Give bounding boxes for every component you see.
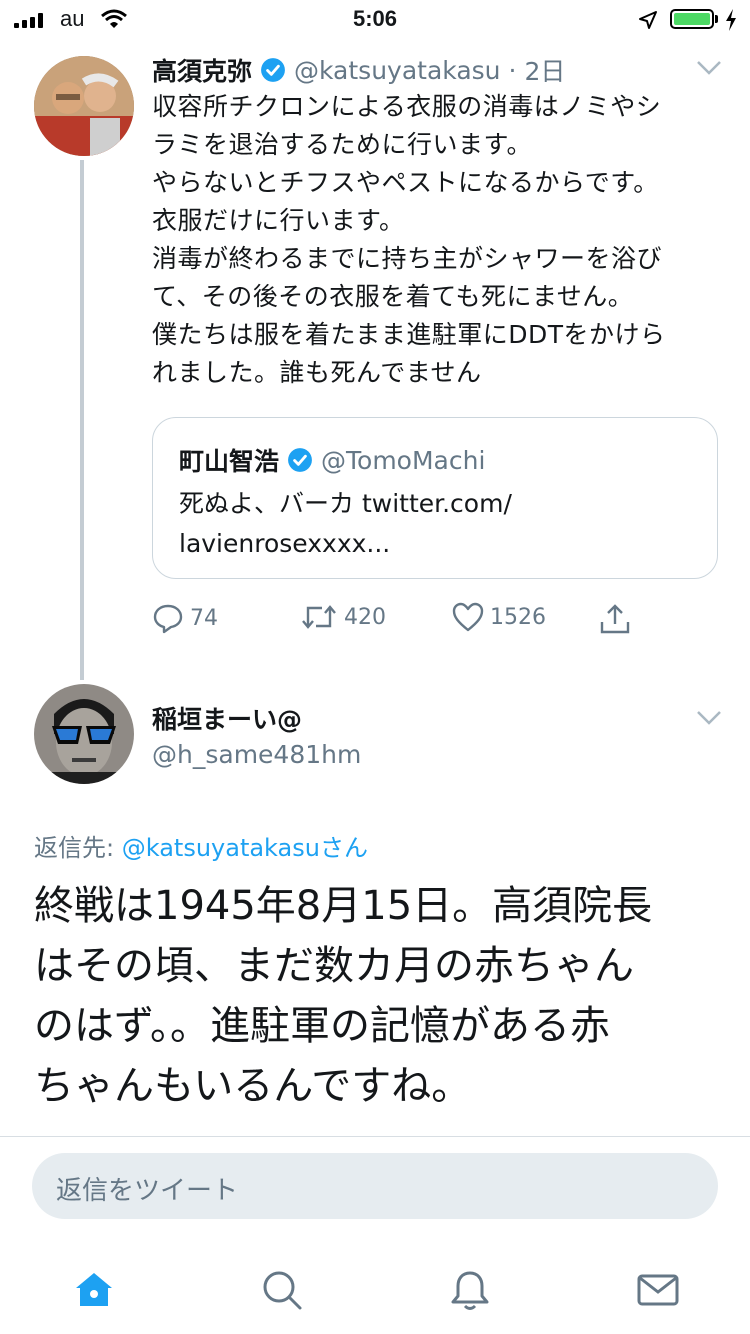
reply-to-mention[interactable]: @katsuyatakasu <box>122 834 320 862</box>
composer-placeholder: 返信をツイート <box>56 1176 239 1206</box>
reply-composer[interactable]: 返信をツイート <box>32 1153 718 1219</box>
quoted-tweet-text: 死ぬよ、バーカ twitter.com/ lavienrosexxxx... <box>179 489 512 558</box>
reply-author: 稲垣まーい@ @h_same481hm <box>152 700 361 769</box>
retweet-count: 420 <box>344 604 386 630</box>
notifications-icon[interactable] <box>448 1268 492 1312</box>
reply-to-suffix: さん <box>319 834 368 862</box>
quoted-tweet-header: 町山智浩 @TomoMachi <box>179 442 485 478</box>
reply-to-line: 返信先: @katsuyatakasuさん <box>34 828 368 863</box>
like-count: 1526 <box>490 604 546 630</box>
charging-icon <box>726 9 736 31</box>
tab-bar <box>0 1250 750 1334</box>
author-handle[interactable]: @katsuyatakasu <box>294 56 501 85</box>
verified-icon <box>288 448 312 472</box>
share-icon <box>600 604 630 634</box>
retweet-button[interactable]: 420 <box>300 602 386 632</box>
share-button[interactable] <box>598 602 632 636</box>
like-button[interactable]: 1526 <box>452 602 546 632</box>
thread-line <box>80 160 84 680</box>
separator-dot: · <box>508 55 517 85</box>
author-name[interactable]: 高須克弥 <box>152 52 252 88</box>
avatar[interactable] <box>34 684 134 784</box>
search-icon[interactable] <box>260 1268 304 1312</box>
location-icon <box>639 11 657 29</box>
tweet-age[interactable]: 2日 <box>524 52 565 88</box>
quoted-author-name: 町山智浩 <box>179 447 280 476</box>
reply-tweet-text: 終戦は1945年8月15日。高須院長 はその頃、まだ数カ月の赤ちゃん のはず。。… <box>34 883 653 1109</box>
divider <box>0 1136 750 1137</box>
author-handle[interactable]: @h_same481hm <box>152 740 361 769</box>
battery-tip <box>715 15 718 23</box>
chevron-down-icon[interactable] <box>696 710 722 726</box>
reply-count: 74 <box>190 605 218 631</box>
retweet-icon <box>302 605 336 629</box>
tweet-header: 高須克弥 @katsuyatakasu · 2日 <box>152 52 565 88</box>
avatar[interactable] <box>34 56 134 156</box>
chevron-down-icon[interactable] <box>696 60 722 76</box>
messages-icon[interactable] <box>636 1268 680 1312</box>
reply-icon <box>153 604 183 634</box>
author-name[interactable]: 稲垣まーい@ <box>152 700 361 736</box>
quoted-author-handle: @TomoMachi <box>321 445 486 475</box>
battery-icon <box>670 9 714 29</box>
reply-to-label: 返信先: <box>34 834 122 862</box>
like-icon <box>452 602 484 632</box>
home-icon[interactable] <box>72 1268 116 1312</box>
quoted-tweet[interactable]: 町山智浩 @TomoMachi 死ぬよ、バーカ twitter.com/ lav… <box>152 417 718 579</box>
reply-button[interactable]: 74 <box>152 602 218 634</box>
verified-icon <box>261 58 285 82</box>
tweet-text: 収容所チクロンによる衣服の消毒はノミやシ ラミを退治するために行います。 やらな… <box>152 92 666 387</box>
tweet-actions: 74 420 1526 <box>152 602 652 642</box>
status-bar: au 5:06 <box>0 0 750 40</box>
